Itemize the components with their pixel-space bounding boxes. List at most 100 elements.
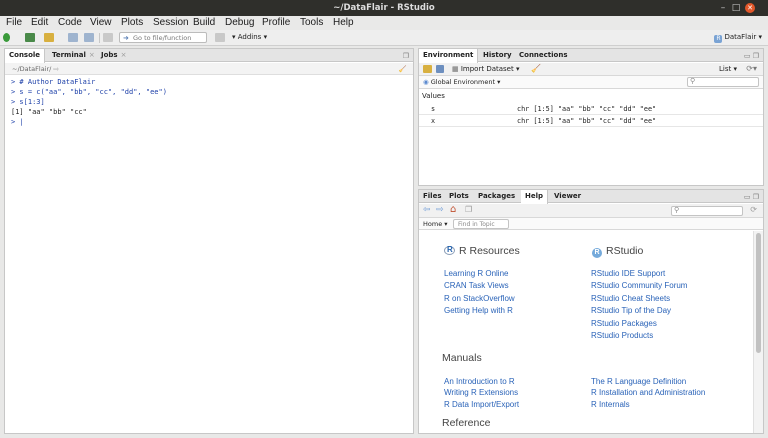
home-dropdown[interactable]: Home ▾: [423, 220, 448, 228]
tab-jobs[interactable]: Jobs ×: [97, 49, 130, 62]
scope-label: Global Environment: [430, 78, 496, 86]
scrollbar-thumb[interactable]: [756, 233, 761, 353]
save-icon[interactable]: [68, 33, 78, 42]
close-icon[interactable]: ×: [89, 51, 95, 59]
maximize-pane-icon[interactable]: ❐: [403, 52, 409, 60]
project-icon: R: [714, 35, 723, 43]
link-rstudio-community-forum[interactable]: RStudio Community Forum: [591, 281, 687, 290]
open-folder-icon[interactable]: [44, 33, 54, 42]
table-icon: ▦: [452, 65, 459, 73]
tab-label: Terminal: [52, 51, 86, 59]
global-env-dropdown[interactable]: ◉ Global Environment ▾: [423, 78, 500, 86]
tab-help[interactable]: Help: [521, 190, 549, 204]
minimize-icon[interactable]: –: [718, 3, 728, 13]
link-r-on-stackoverflow[interactable]: R on StackOverflow: [444, 294, 515, 303]
link-rstudio-tip-of-the-day[interactable]: RStudio Tip of the Day: [591, 306, 671, 315]
menu-edit[interactable]: Edit: [31, 17, 48, 28]
link-rstudio-cheat-sheets[interactable]: RStudio Cheat Sheets: [591, 294, 670, 303]
print-icon[interactable]: [103, 33, 113, 42]
addins-dropdown[interactable]: ▾ Addins ▾: [232, 33, 267, 41]
help-pane: Files Plots Packages Help Viewer ▭ ❐ ⇦ ⇨…: [418, 189, 764, 434]
find-in-topic-input[interactable]: Find in Topic: [453, 219, 509, 229]
maximize-icon[interactable]: □: [731, 3, 741, 13]
var-name: x: [431, 117, 436, 125]
link-cran-task-views[interactable]: CRAN Task Views: [444, 281, 509, 290]
var-name: s: [431, 105, 436, 113]
new-file-icon[interactable]: [3, 33, 10, 42]
link-r-language-definition[interactable]: The R Language Definition: [591, 377, 686, 386]
open-window-icon[interactable]: ❐: [465, 205, 472, 214]
list-view-dropdown[interactable]: List ▾: [719, 65, 737, 73]
new-project-icon[interactable]: [25, 33, 35, 42]
menu-plots[interactable]: Plots: [121, 17, 143, 28]
goto-file-input[interactable]: ➜ Go to file/function: [119, 32, 207, 43]
console-line: > # Author DataFlair: [11, 78, 96, 86]
broom-icon[interactable]: 🧹: [531, 64, 541, 73]
back-arrow-icon[interactable]: ⇦: [423, 205, 431, 215]
working-directory: ~/DataFlair/ ⇨ 🧹: [5, 63, 413, 75]
tab-packages[interactable]: Packages: [474, 190, 519, 203]
tab-environment[interactable]: Environment: [419, 49, 479, 63]
save-workspace-icon[interactable]: [436, 65, 444, 73]
help-scrollbar[interactable]: [753, 231, 763, 433]
menu-help[interactable]: Help: [333, 17, 354, 28]
link-r-internals[interactable]: R Internals: [591, 400, 630, 409]
menu-build[interactable]: Build: [193, 17, 215, 28]
tab-console[interactable]: Console: [5, 49, 46, 63]
link-intro-to-r[interactable]: An Introduction to R: [444, 377, 515, 386]
menu-bar: File Edit Code View Plots Session Build …: [0, 16, 768, 30]
pane-window-icons[interactable]: ▭ ❐: [744, 52, 759, 60]
link-r-data-import-export[interactable]: R Data Import/Export: [444, 400, 519, 409]
rstudio-logo-icon: R: [592, 248, 602, 258]
console-prompt[interactable]: > |: [11, 117, 167, 127]
project-label: DataFlair: [724, 33, 757, 41]
menu-debug[interactable]: Debug: [225, 17, 254, 28]
close-icon[interactable]: ✕: [745, 3, 755, 13]
env-row[interactable]: x chr [1:5] "aa" "bb" "cc" "dd" "ee": [419, 115, 763, 127]
save-all-icon[interactable]: [84, 33, 94, 42]
pane-window-icons[interactable]: ▭ ❐: [744, 193, 759, 201]
link-writing-r-extensions[interactable]: Writing R Extensions: [444, 388, 518, 397]
menu-profile[interactable]: Profile: [262, 17, 290, 28]
menu-view[interactable]: View: [90, 17, 112, 28]
link-r-installation-admin[interactable]: R Installation and Administration: [591, 388, 705, 397]
import-label: Import Dataset: [460, 65, 514, 73]
tab-files[interactable]: Files: [419, 190, 446, 203]
r-logo-icon: [444, 245, 455, 255]
tab-plots[interactable]: Plots: [445, 190, 473, 203]
grid-layout-icon[interactable]: [215, 33, 225, 42]
console-output[interactable]: > # Author DataFlair > s = c("aa", "bb",…: [11, 77, 167, 127]
project-menu[interactable]: R DataFlair ▾: [714, 33, 762, 43]
title-bar: ~/DataFlair - RStudio – □ ✕: [0, 0, 768, 16]
forward-arrow-icon[interactable]: ⇨: [436, 205, 444, 215]
env-row[interactable]: s chr [1:5] "aa" "bb" "cc" "dd" "ee": [419, 103, 763, 115]
reference-heading: Reference: [442, 417, 491, 429]
menu-session[interactable]: Session: [153, 17, 189, 28]
tab-history[interactable]: History: [479, 49, 516, 62]
link-rstudio-ide-support[interactable]: RStudio IDE Support: [591, 269, 665, 278]
link-rstudio-packages[interactable]: RStudio Packages: [591, 319, 657, 328]
env-search-input[interactable]: ⚲: [687, 77, 759, 87]
search-icon: ⚲: [690, 77, 696, 85]
path-link-icon[interactable]: ⇨: [53, 65, 58, 73]
help-search-input[interactable]: ⚲: [671, 206, 743, 216]
home-icon[interactable]: ⌂: [450, 204, 456, 215]
close-icon[interactable]: ×: [121, 51, 127, 59]
menu-file[interactable]: File: [6, 17, 22, 28]
goto-placeholder: Go to file/function: [133, 34, 192, 42]
tab-viewer[interactable]: Viewer: [550, 190, 585, 203]
rstudio-heading: R RStudio: [592, 245, 643, 258]
clear-console-icon[interactable]: 🧹: [399, 63, 407, 75]
link-rstudio-products[interactable]: RStudio Products: [591, 331, 653, 340]
import-dataset-button[interactable]: ▦ Import Dataset ▾: [452, 65, 519, 73]
menu-tools[interactable]: Tools: [300, 17, 323, 28]
tab-connections[interactable]: Connections: [515, 49, 572, 62]
load-workspace-icon[interactable]: [423, 65, 432, 73]
refresh-icon[interactable]: ⟳▾: [746, 64, 757, 73]
refresh-icon[interactable]: ⟳: [750, 205, 757, 214]
link-learning-r-online[interactable]: Learning R Online: [444, 269, 508, 278]
tab-terminal[interactable]: Terminal ×: [48, 49, 99, 62]
help-tabs: Files Plots Packages Help Viewer ▭ ❐: [419, 190, 763, 204]
menu-code[interactable]: Code: [58, 17, 82, 28]
link-getting-help-with-r[interactable]: Getting Help with R: [444, 306, 513, 315]
